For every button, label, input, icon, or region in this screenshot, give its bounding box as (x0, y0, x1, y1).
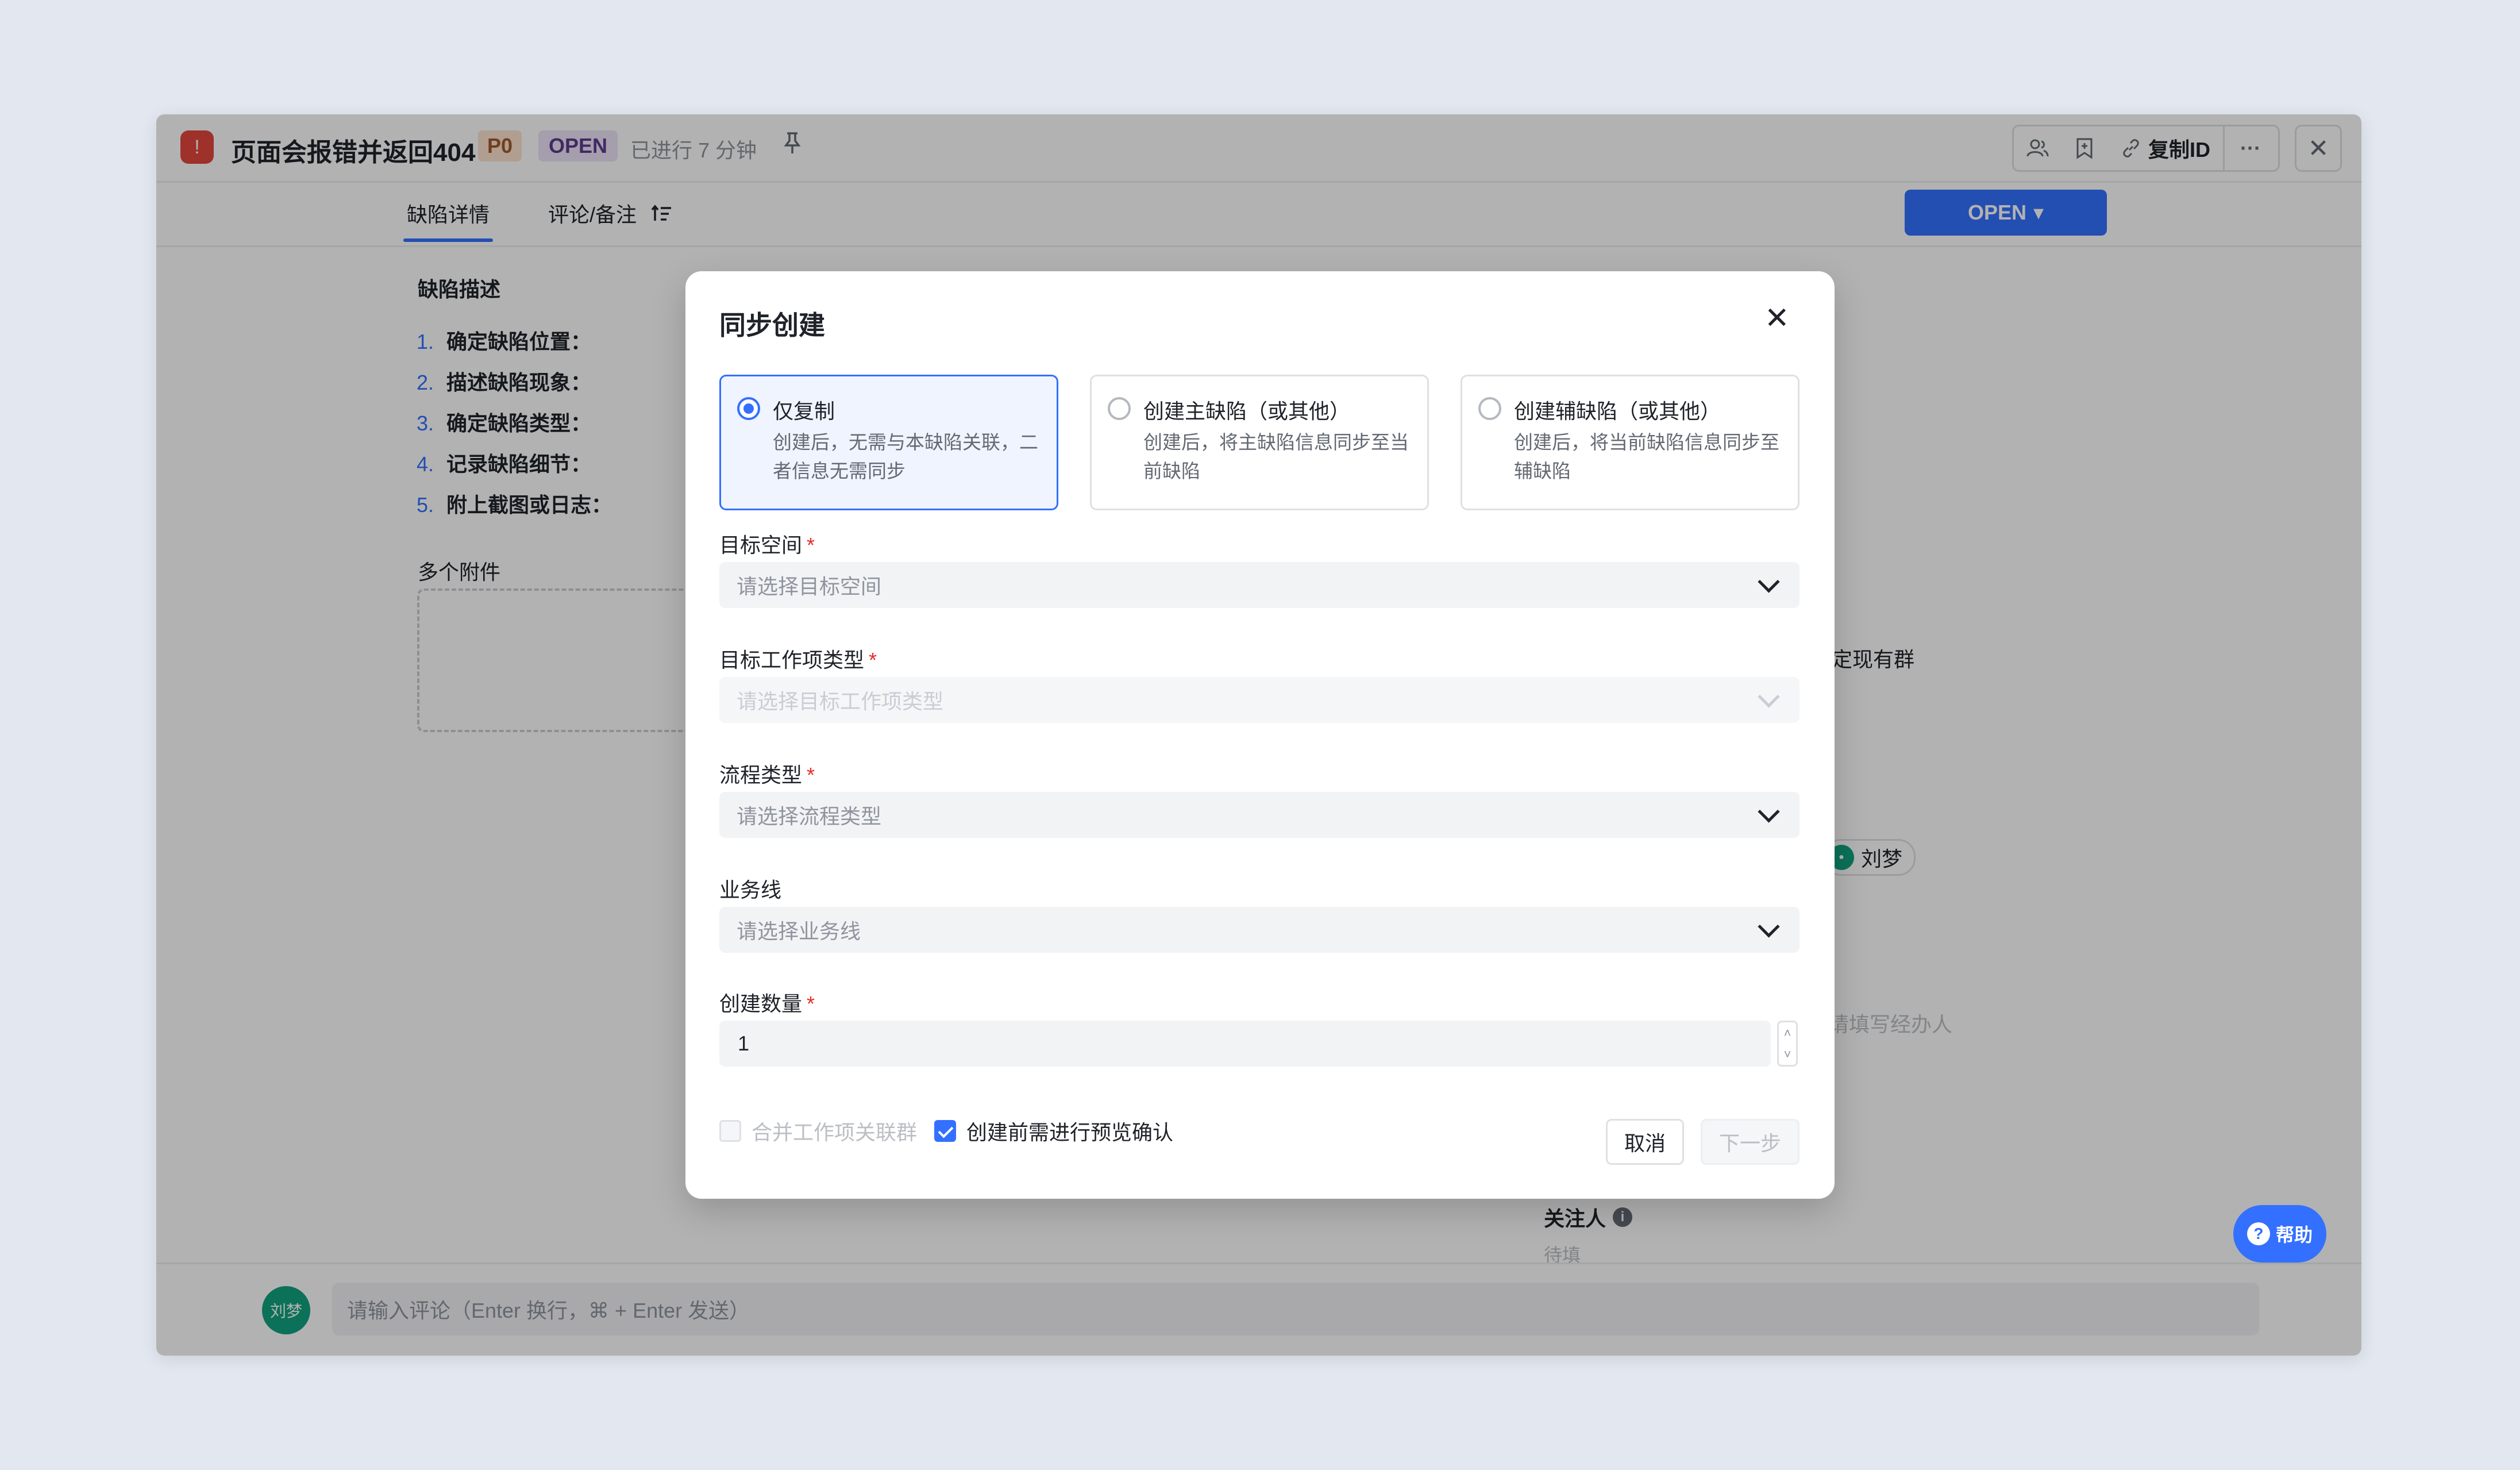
target-space-label: 目标空间 * (719, 533, 815, 557)
preview-confirm-checkbox[interactable] (934, 1120, 956, 1142)
option-description: 创建后，无需与本缺陷关联，二者信息无需同步 (773, 432, 1038, 482)
quantity-label: 创建数量 * (719, 992, 815, 1015)
chevron-down-icon (1758, 800, 1780, 823)
process-type-select[interactable]: 请选择流程类型 (719, 792, 1800, 838)
required-mark: * (869, 648, 877, 672)
required-mark: * (807, 533, 815, 557)
option-description: 创建后，将主缺陷信息同步至当前缺陷 (1143, 432, 1409, 482)
help-label: 帮助 (2275, 1225, 2313, 1245)
target-type-select[interactable]: 请选择目标工作项类型 (719, 677, 1800, 723)
help-icon: ? (2247, 1222, 2270, 1245)
preview-confirm-label: 创建前需进行预览确认 (966, 1121, 1174, 1144)
chevron-down-icon (1758, 685, 1780, 708)
cancel-button[interactable]: 取消 (1606, 1119, 1684, 1165)
close-icon[interactable]: ✕ (1764, 303, 1790, 333)
option-create-primary[interactable]: 创建主缺陷（或其他） 创建后，将主缺陷信息同步至当前缺陷 (1090, 375, 1429, 510)
target-space-select[interactable]: 请选择目标空间 (719, 562, 1800, 608)
chevron-down-icon (1758, 915, 1780, 938)
quantity-input[interactable]: 1 (719, 1021, 1771, 1067)
select-placeholder: 请选择目标工作项类型 (737, 690, 944, 713)
option-label: 仅复制 (773, 399, 835, 423)
dialog-title: 同步创建 (719, 310, 825, 340)
process-type-label: 流程类型 * (719, 763, 815, 787)
merge-group-checkbox[interactable] (719, 1120, 741, 1142)
required-mark: * (807, 992, 815, 1015)
option-copy-only[interactable]: 仅复制 创建后，无需与本缺陷关联，二者信息无需同步 (719, 375, 1058, 510)
quantity-stepper[interactable]: ˄ ˅ (1777, 1021, 1798, 1067)
help-button[interactable]: ? 帮助 (2233, 1205, 2326, 1263)
select-placeholder: 请选择目标空间 (737, 575, 882, 598)
merge-group-checkbox-row[interactable]: 合并工作项关联群 (719, 1116, 917, 1146)
option-label: 创建主缺陷（或其他） (1143, 399, 1351, 423)
required-mark: * (807, 763, 815, 787)
option-description: 创建后，将当前缺陷信息同步至辅缺陷 (1514, 432, 1779, 482)
select-placeholder: 请选择流程类型 (737, 805, 882, 828)
radio-button[interactable] (737, 397, 760, 420)
stepper-up-icon[interactable]: ˄ (1784, 1026, 1791, 1041)
select-placeholder: 请选择业务线 (737, 919, 861, 943)
business-line-select[interactable]: 请选择业务线 (719, 907, 1800, 953)
radio-button[interactable] (1108, 397, 1131, 420)
next-button[interactable]: 下一步 (1701, 1119, 1800, 1165)
business-line-label: 业务线 (719, 878, 782, 902)
merge-group-label: 合并工作项关联群 (752, 1121, 918, 1144)
option-label: 创建辅缺陷（或其他） (1514, 399, 1721, 423)
option-create-secondary[interactable]: 创建辅缺陷（或其他） 创建后，将当前缺陷信息同步至辅缺陷 (1461, 375, 1800, 510)
sync-create-dialog: 同步创建 ✕ 仅复制 创建后，无需与本缺陷关联，二者信息无需同步 创建主缺陷（或… (685, 271, 1835, 1199)
stepper-down-icon[interactable]: ˅ (1784, 1047, 1791, 1062)
chevron-down-icon (1758, 570, 1780, 593)
target-type-label: 目标工作项类型 * (719, 648, 877, 672)
radio-button[interactable] (1478, 397, 1501, 420)
preview-confirm-checkbox-row[interactable]: 创建前需进行预览确认 (934, 1116, 1173, 1146)
